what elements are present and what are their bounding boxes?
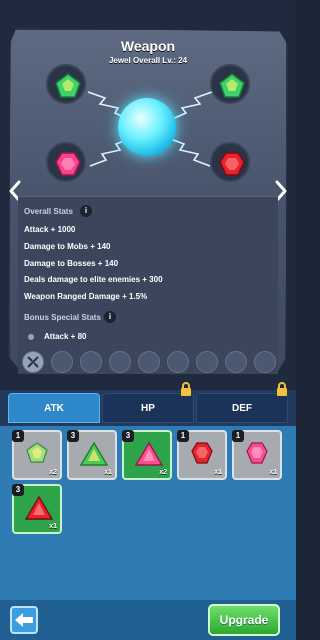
gem-inventory: 1 x2 3 x1 3 x2 1 x1 1 x1 3 x1 <box>0 426 296 600</box>
gem-level-badge: 1 <box>12 430 24 442</box>
gem-level-badge: 1 <box>177 430 189 442</box>
stat-line: Damage to Mobs + 140 <box>24 242 111 251</box>
paw-category-icon[interactable] <box>167 351 189 373</box>
paw-category-icon[interactable] <box>138 351 160 373</box>
red-gem-icon <box>191 442 213 464</box>
gem-level-badge: 3 <box>12 484 24 496</box>
tab-atk[interactable]: ATK <box>8 393 100 423</box>
red-gem-icon <box>219 152 245 176</box>
bullet-icon <box>28 334 34 340</box>
green-pentagon-gem-icon <box>55 73 81 98</box>
back-arrow-icon <box>15 613 33 627</box>
overall-stats-heading: Overall Stats <box>24 207 73 216</box>
socket-top-right[interactable] <box>210 64 250 104</box>
gem-count: x1 <box>104 469 112 476</box>
gem-card[interactable]: 1 x1 <box>232 430 282 480</box>
gem-card[interactable]: 1 x2 <box>12 430 62 480</box>
ring-category-icon[interactable] <box>109 351 131 373</box>
gem-card[interactable]: 3 x1 <box>12 484 62 534</box>
pink-gem-icon <box>246 442 268 464</box>
stat-line: Deals damage to elite enemies + 300 <box>24 275 163 284</box>
gem-count: x2 <box>49 469 57 476</box>
tab-hp[interactable]: HP <box>102 393 194 423</box>
gem-level-badge: 3 <box>67 430 79 442</box>
socket-bottom-right[interactable] <box>210 142 250 182</box>
gem-count: x1 <box>49 523 57 530</box>
jewel-overall-level: Jewel Overall Lv.: 24 <box>108 56 188 65</box>
socket-bottom-left[interactable] <box>46 142 86 182</box>
page-title: Weapon <box>120 38 176 54</box>
stat-line: Attack + 1000 <box>24 225 76 234</box>
gem-card[interactable]: 1 x1 <box>177 430 227 480</box>
energy-orb-icon <box>118 98 176 156</box>
book-category-icon[interactable] <box>254 351 276 373</box>
stat-category-icon-row <box>20 351 278 373</box>
boots-category-icon[interactable] <box>196 351 218 373</box>
pink-triangle-gem-icon <box>135 441 163 466</box>
gem-level-badge: 1 <box>232 430 244 442</box>
stat-line: Weapon Ranged Damage + 1.5% <box>24 292 148 301</box>
bonus-stats-heading: Bonus Special Stats <box>24 313 101 322</box>
lock-icon <box>181 382 191 396</box>
stats-panel: Overall Stats i Attack + 1000 Damage to … <box>18 196 278 374</box>
sword-category-icon[interactable] <box>22 351 44 373</box>
upgrade-button[interactable]: Upgrade <box>208 604 280 636</box>
gem-count: x1 <box>214 469 222 476</box>
stat-line: Damage to Bosses + 140 <box>24 259 119 268</box>
medal-category-icon[interactable] <box>225 351 247 373</box>
green-triangle-gem-icon <box>80 441 108 466</box>
gem-level-badge: 3 <box>122 430 134 442</box>
gem-card[interactable]: 3 x1 <box>67 430 117 480</box>
tab-def[interactable]: DEF <box>196 393 288 423</box>
socket-top-left[interactable] <box>46 64 86 104</box>
red-triangle-gem-icon <box>25 495 53 520</box>
gem-card[interactable]: 3 x2 <box>122 430 172 480</box>
overall-stats-info-button[interactable]: i <box>80 205 92 217</box>
bonus-stat-line: Attack + 80 <box>44 332 87 341</box>
pink-gem-icon <box>55 152 81 176</box>
gem-count: x1 <box>269 469 277 476</box>
green-pentagon-gem-icon <box>26 442 48 463</box>
ring-category-icon[interactable] <box>80 351 102 373</box>
bonus-stats-info-button[interactable]: i <box>104 311 116 323</box>
armor-category-icon[interactable] <box>51 351 73 373</box>
back-button[interactable] <box>10 606 38 634</box>
gem-count: x2 <box>159 469 167 476</box>
lock-icon <box>277 382 287 396</box>
tab-bar: ATK HP DEF <box>0 382 296 426</box>
green-pentagon-gem-icon <box>219 73 245 98</box>
